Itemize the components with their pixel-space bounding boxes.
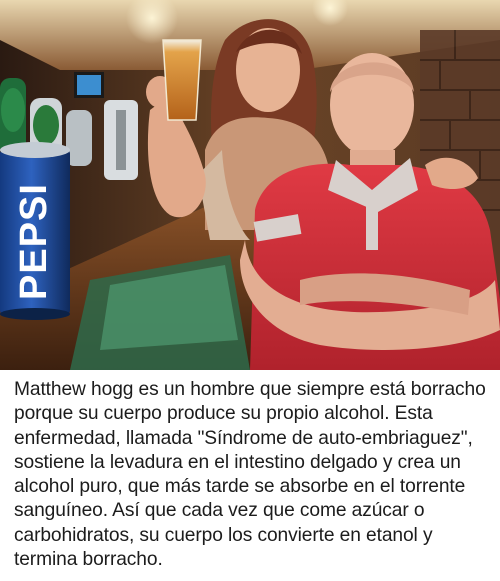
pepsi-brand-text: PEPSI [13, 183, 55, 300]
post: PEPSI Matthew hogg es un hombre que siem… [0, 0, 500, 581]
photo: PEPSI [0, 0, 500, 370]
pub-scene-illustration: PEPSI [0, 0, 500, 370]
pepsi-can: PEPSI [0, 142, 70, 320]
post-caption: Matthew hogg es un hombre que siempre es… [14, 379, 486, 571]
beer-glass [162, 39, 202, 121]
